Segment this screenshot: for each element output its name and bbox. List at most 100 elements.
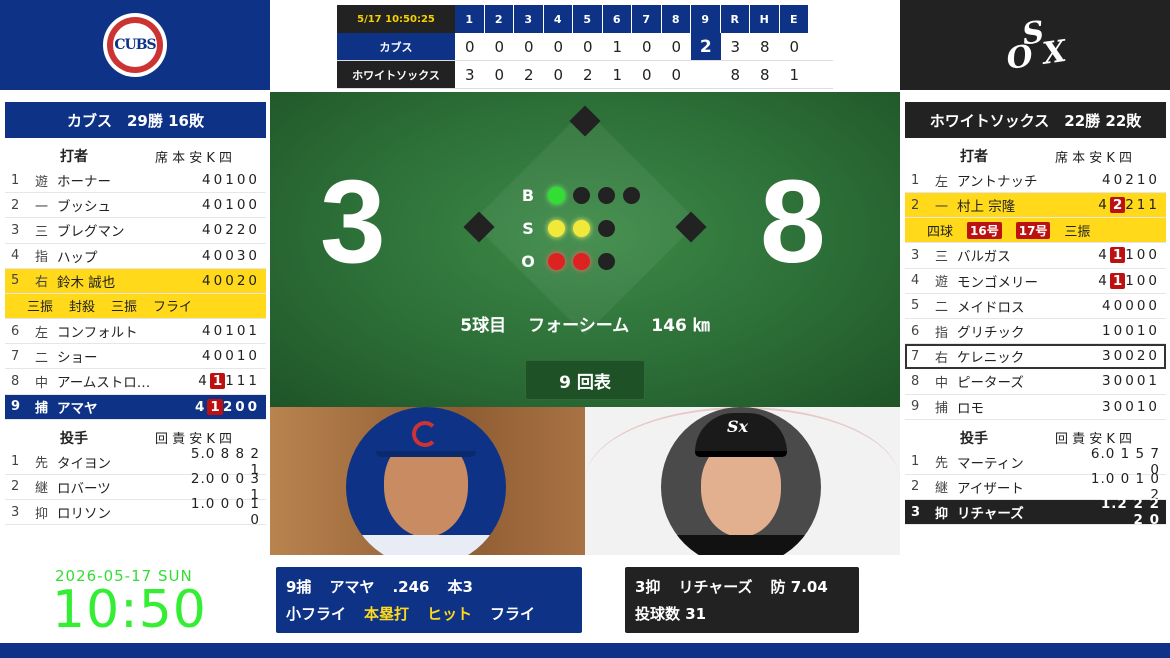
batter-name: ホーナー	[57, 174, 111, 191]
batters-section-header: 打者 席 本 安 K 四	[5, 144, 266, 168]
home-run-badge: 1	[1109, 272, 1126, 289]
linescore-cell: 0	[582, 37, 593, 56]
current-pitcher-info: 3抑 リチャーズ 防 7.04 投球数 31	[625, 567, 859, 633]
cubs-record-header: カブス 29勝 16敗	[5, 102, 266, 138]
inning-indicator: 9 回表	[525, 360, 645, 400]
batter-stats: 40210	[1102, 172, 1160, 189]
stat-pa: 4	[198, 373, 210, 390]
at-bat-result: 三振	[27, 300, 54, 316]
at-bat-result: 本塁打	[364, 605, 410, 623]
linescore-cell: 0	[523, 37, 534, 56]
batter-name: バルガス	[957, 249, 1011, 266]
position: 右	[935, 350, 949, 366]
home-run-count: 本3	[447, 578, 473, 596]
out-light	[598, 253, 615, 270]
stat-pa: 4	[1098, 272, 1110, 289]
batting-order: 6	[11, 323, 20, 339]
batter-stats: 30020	[1102, 348, 1160, 365]
batting-average: .246	[392, 577, 430, 596]
linescore-current-inning: 2	[691, 33, 721, 60]
pitcher-row[interactable]: 3 抑ロリソン 1.0 0 0 1 0	[5, 496, 266, 528]
batting-order: 1	[11, 172, 20, 188]
batter-stats: 40100	[202, 172, 260, 189]
linescore-errors: 0	[789, 37, 800, 56]
batter-name: アマヤ	[57, 400, 98, 417]
position: 遊	[35, 174, 49, 190]
linescore-cell: 3	[464, 65, 475, 84]
position: 一	[35, 199, 49, 215]
batters-label: 打者	[960, 149, 988, 165]
linescore-cell: 1	[612, 65, 623, 84]
batting-order: 4	[11, 248, 20, 264]
batting-order: 3	[11, 222, 20, 238]
batter-row[interactable]: 4 指ハップ 40030	[5, 244, 266, 269]
pitcher-stats: 1.0 0 0 1 0	[190, 496, 260, 529]
at-bat-result: フライ	[490, 605, 536, 623]
pitcher-role: 継	[935, 481, 949, 497]
stat-rest: 100	[1125, 247, 1160, 264]
home-run-badge: 1	[1109, 247, 1126, 264]
pitcher-role: 抑	[35, 506, 49, 522]
batter-stats: 40101	[202, 323, 260, 340]
white-sox-lineup-panel: ホワイトソックス 22勝 22敗 打者 席 本 安 K 四 1 左アントナッチ 40…	[905, 102, 1166, 528]
batter-row-next[interactable]: 7 右ケレニック 30020	[905, 344, 1166, 370]
batter-row[interactable]: 2 一ブッシュ 40100	[5, 193, 266, 219]
batter-name: ショー	[57, 350, 98, 367]
linescore-cell: 0	[494, 65, 505, 84]
pitcher-name: ロリソン	[57, 506, 111, 523]
pitcher-role: 継	[35, 481, 49, 497]
linescore-cell: 0	[641, 65, 652, 84]
batter-row[interactable]: 8 中ピーターズ 30001	[905, 369, 1166, 395]
pitchers-columns: 回 責 安 K 四	[1055, 432, 1133, 448]
batter-row[interactable]: 1 左アントナッチ 40210	[905, 168, 1166, 194]
batter-stats: 30001	[1102, 373, 1160, 390]
batter-row[interactable]: 5 二メイドロス 40000	[905, 294, 1166, 319]
strikes-indicator: S	[516, 219, 615, 238]
batter-name: ケレニック	[957, 350, 1025, 367]
pitch-type: フォーシーム	[528, 315, 630, 336]
stat-pa: 4	[195, 398, 208, 415]
batter-stats: 4 1 111	[185, 373, 266, 390]
linescore-runs: 3	[730, 37, 741, 56]
pitcher-name: マーティン	[957, 455, 1024, 472]
out-light	[573, 253, 590, 270]
batter-row[interactable]: 4 遊モンゴメリー 4 1 100	[905, 269, 1166, 294]
pitchers-label: 投手	[60, 430, 88, 447]
batter-stats: 40010	[202, 348, 260, 365]
batter-name: メイドロス	[957, 299, 1025, 316]
batter-row[interactable]: 7 二ショー 40010	[5, 344, 266, 370]
linescore-cell: 0	[553, 65, 564, 84]
pitchers-label: 投手	[960, 430, 988, 447]
batter-row[interactable]: 1 遊ホーナー 40100	[5, 168, 266, 194]
stat-rest: 111	[225, 373, 260, 390]
pitcher-row-current[interactable]: 3 抑リチャーズ 1.2 2 2 2 0	[905, 496, 1166, 528]
linescore: 5/17 10:50:25 1 2 3 4 5 6 7 8 9 R H E カブ…	[337, 5, 833, 89]
cubs-lineup-panel: カブス 29勝 16敗 打者 席 本 安 K 四 1 遊ホーナー 40100 2一ブ…	[5, 102, 266, 528]
balls-label: B	[521, 186, 535, 205]
strike-light	[573, 220, 590, 237]
batter-row[interactable]: 9 捕ロモ 30010	[905, 395, 1166, 420]
white-sox-record-header: ホワイトソックス 22勝 22敗	[905, 102, 1166, 138]
batter-row[interactable]: 3 三ブレグマン 40220	[5, 218, 266, 244]
pitcher-role: 先	[35, 456, 49, 472]
batter-results-row: 三振 封殺 三振 フライ	[5, 293, 266, 319]
home-run-number-badge: 16号	[967, 221, 1002, 239]
batter-row-highlighted[interactable]: 2 一村上 宗隆 4 2 211	[905, 193, 1166, 219]
batter-stats: 40020	[202, 272, 260, 289]
batter-row[interactable]: 3 三バルガス 4 1 100	[905, 243, 1166, 269]
batter-row-highlighted[interactable]: 5 右鈴木 誠也 40020	[5, 268, 266, 294]
batter-row[interactable]: 6 左コンフォルト 40101	[5, 319, 266, 345]
batter-row-current[interactable]: 9 捕アマヤ 4 1 200	[5, 394, 266, 420]
pitcher-order: 1	[911, 454, 920, 470]
batter-results-row: 四球 16号 17号 三振	[905, 218, 1166, 244]
strike-light	[548, 220, 565, 237]
batter-row[interactable]: 8 中アームストロ… 4 1 111	[5, 369, 266, 395]
batters-section-header: 打者 席 本 安 K 四	[905, 144, 1166, 168]
pitcher-role: 抑	[935, 506, 949, 522]
batter-row[interactable]: 6 指グリチック 10010	[905, 319, 1166, 345]
stat-rest: 200	[222, 398, 260, 415]
pitcher-order: 2	[911, 479, 920, 495]
pitch-speed: 146 ㎞	[651, 315, 710, 336]
ball-light	[598, 187, 615, 204]
outs-label: O	[521, 252, 535, 271]
